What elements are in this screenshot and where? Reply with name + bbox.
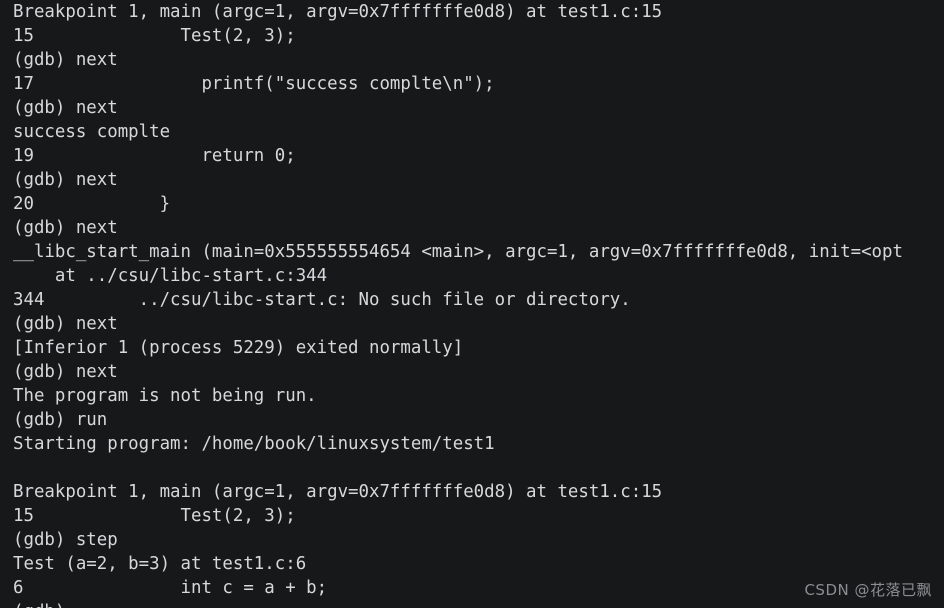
terminal-line: (gdb)	[13, 600, 944, 608]
terminal-line: Test (a=2, b=3) at test1.c:6	[13, 554, 307, 574]
terminal-window[interactable]: Breakpoint 1, main (argc=1, argv=0x7ffff…	[0, 0, 944, 608]
terminal-line: Starting program: /home/book/linuxsystem…	[13, 434, 495, 454]
terminal-line: 19 return 0;	[13, 146, 296, 166]
terminal-line: 344 ../csu/libc-start.c: No such file or…	[13, 290, 631, 310]
terminal-line: (gdb) next	[13, 170, 118, 190]
terminal-line: success complte	[13, 122, 171, 142]
terminal-output[interactable]: Breakpoint 1, main (argc=1, argv=0x7ffff…	[13, 0, 944, 608]
terminal-line: Breakpoint 1, main (argc=1, argv=0x7ffff…	[13, 482, 663, 502]
terminal-line: 15 Test(2, 3);	[13, 506, 296, 526]
terminal-line: 6 int c = a + b;	[13, 578, 328, 598]
terminal-line: Breakpoint 1, main (argc=1, argv=0x7ffff…	[13, 2, 663, 22]
terminal-line: at ../csu/libc-start.c:344	[13, 266, 328, 286]
terminal-line: (gdb) next	[13, 98, 118, 118]
terminal-line: (gdb) run	[13, 410, 108, 430]
terminal-line: (gdb) next	[13, 362, 118, 382]
terminal-line: __libc_start_main (main=0x555555554654 <…	[13, 242, 903, 262]
terminal-line: (gdb) next	[13, 50, 118, 70]
terminal-line: [Inferior 1 (process 5229) exited normal…	[13, 338, 464, 358]
terminal-line: (gdb) next	[13, 314, 118, 334]
terminal-line: (gdb) step	[13, 530, 118, 550]
terminal-line: (gdb) next	[13, 218, 118, 238]
terminal-line: 15 Test(2, 3);	[13, 26, 296, 46]
terminal-line: The program is not being run.	[13, 386, 317, 406]
terminal-line: 20 }	[13, 194, 171, 214]
terminal-line: 17 printf("success complte\n");	[13, 74, 495, 94]
